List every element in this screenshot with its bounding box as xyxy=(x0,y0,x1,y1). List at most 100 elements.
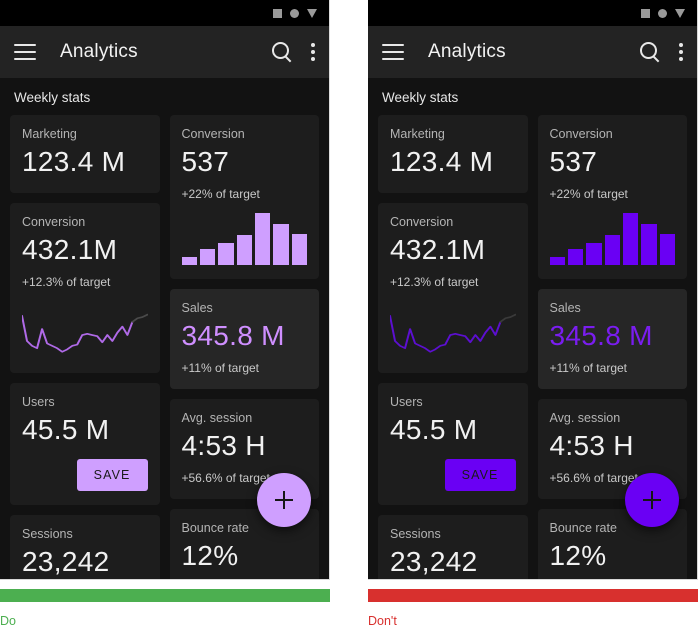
stats-column-left: Marketing 123.4 M Conversion 432.1M +12.… xyxy=(10,115,160,579)
square-icon xyxy=(273,8,282,18)
more-vertical-icon[interactable] xyxy=(679,43,683,61)
do-dont-comparison-board: Analytics Weekly stats Marketing 123.4 M… xyxy=(0,0,698,640)
card-label: Users xyxy=(390,395,423,410)
card-marketing[interactable]: Marketing 123.4 M xyxy=(378,115,528,194)
card-label: Marketing xyxy=(390,127,445,141)
stats-column-left: Marketing 123.4 M Conversion 432.1M +12.… xyxy=(378,115,528,579)
verdict-bar-dont xyxy=(368,589,698,602)
card-label: Sales xyxy=(549,301,581,316)
hamburger-menu-icon[interactable] xyxy=(14,44,36,60)
phone-mock-dont: Analytics Weekly stats Marketing 123.4 M… xyxy=(368,0,698,580)
card-users[interactable]: Users 45.5 M SAVE xyxy=(378,383,528,506)
card-label: Avg. session xyxy=(549,411,621,426)
bar xyxy=(273,224,289,266)
app-bar: Analytics xyxy=(368,26,697,78)
section-label: Weekly stats xyxy=(382,90,459,105)
card-value: 432.1M xyxy=(390,234,486,266)
square-icon xyxy=(641,8,650,18)
phone-mock-do: Analytics Weekly stats Marketing 123.4 M… xyxy=(0,0,330,580)
bar xyxy=(659,233,676,266)
conversion-sparkline-bars xyxy=(181,213,308,266)
card-conversion-amount[interactable]: Conversion 432.1M +12.3% of target xyxy=(378,203,528,374)
more-vertical-icon[interactable] xyxy=(311,43,315,61)
card-label: Conversion xyxy=(549,127,613,141)
card-label: Conversion xyxy=(181,127,245,141)
status-bar xyxy=(0,0,329,26)
plus-icon xyxy=(642,490,662,510)
card-value: 123.4 M xyxy=(22,146,126,177)
status-bar xyxy=(368,0,697,26)
card-sales[interactable]: Sales 345.8 M +11% of target xyxy=(537,289,687,390)
card-value: 4:53 H xyxy=(181,430,266,462)
triangle-icon xyxy=(307,8,317,18)
card-label: Sessions xyxy=(22,527,73,542)
card-value: 345.8 M xyxy=(549,320,653,352)
card-value: 12% xyxy=(549,540,607,572)
card-conversion-amount[interactable]: Conversion 432.1M +12.3% of target xyxy=(10,203,160,374)
circle-icon xyxy=(290,8,299,18)
bar xyxy=(236,234,252,266)
add-fab-button[interactable] xyxy=(257,473,311,527)
card-value: 12% xyxy=(181,540,239,572)
card-value: 432.1M xyxy=(22,234,118,266)
card-value: 537 xyxy=(549,146,598,177)
plus-icon xyxy=(274,490,294,510)
hamburger-menu-icon[interactable] xyxy=(382,44,404,60)
section-label: Weekly stats xyxy=(14,90,91,105)
card-value: 23,242 xyxy=(390,546,478,578)
verdict-bar-do xyxy=(0,589,330,602)
card-value: 23,242 xyxy=(22,546,110,578)
card-subtext: +22% of target xyxy=(549,187,628,202)
verdict-label-do: Do xyxy=(0,614,16,628)
save-button[interactable]: SAVE xyxy=(444,459,516,492)
search-icon[interactable] xyxy=(271,41,293,63)
card-subtext: +12.3% of target xyxy=(22,275,111,290)
card-label: Users xyxy=(22,395,55,410)
bar xyxy=(549,257,565,266)
card-subtext: +11% of target xyxy=(549,361,628,376)
card-subtext: +11% of target xyxy=(181,361,260,376)
page-title: Analytics xyxy=(60,41,138,62)
conversion-sparkline-bars xyxy=(549,213,676,266)
card-subtext: +22% of target xyxy=(181,187,260,202)
card-conversion-count[interactable]: Conversion 537 +22% of target xyxy=(537,115,687,280)
card-label: Sessions xyxy=(390,527,441,542)
card-users[interactable]: Users 45.5 M SAVE xyxy=(10,383,160,506)
card-value: 45.5 M xyxy=(22,414,110,446)
card-label: Avg. session xyxy=(181,411,253,426)
add-fab-button[interactable] xyxy=(625,473,679,527)
bar xyxy=(254,213,271,266)
page-title: Analytics xyxy=(428,41,506,62)
card-subtext: +12.3% of target xyxy=(390,275,479,290)
card-value: 537 xyxy=(181,146,230,177)
card-conversion-count[interactable]: Conversion 537 +22% of target xyxy=(169,115,319,280)
card-label: Conversion xyxy=(22,215,86,230)
search-icon[interactable] xyxy=(639,41,661,63)
app-bar: Analytics xyxy=(0,26,329,78)
card-label: Conversion xyxy=(390,215,454,230)
bar xyxy=(218,242,234,266)
card-sessions[interactable]: Sessions 23,242 xyxy=(378,515,528,579)
conversion-sparkline-line xyxy=(22,297,148,359)
bar xyxy=(622,213,639,266)
bar xyxy=(604,234,620,266)
bar xyxy=(586,242,602,266)
panel-dont: Analytics Weekly stats Marketing 123.4 M… xyxy=(368,0,698,628)
bar xyxy=(291,233,308,266)
card-label: Sales xyxy=(181,301,213,316)
card-label: Marketing xyxy=(22,127,77,141)
card-marketing[interactable]: Marketing 123.4 M xyxy=(10,115,160,194)
card-value: 45.5 M xyxy=(390,414,478,446)
circle-icon xyxy=(658,8,667,18)
conversion-sparkline-line xyxy=(390,297,516,359)
card-sales[interactable]: Sales 345.8 M +11% of target xyxy=(169,289,319,390)
panel-do: Analytics Weekly stats Marketing 123.4 M… xyxy=(0,0,330,628)
bar xyxy=(181,257,197,266)
card-value: 4:53 H xyxy=(549,430,634,462)
card-value: 345.8 M xyxy=(181,320,285,352)
card-sessions[interactable]: Sessions 23,242 xyxy=(10,515,160,579)
bar xyxy=(567,249,584,266)
triangle-icon xyxy=(675,8,685,18)
card-value: 123.4 M xyxy=(390,146,494,177)
save-button[interactable]: SAVE xyxy=(76,459,148,492)
